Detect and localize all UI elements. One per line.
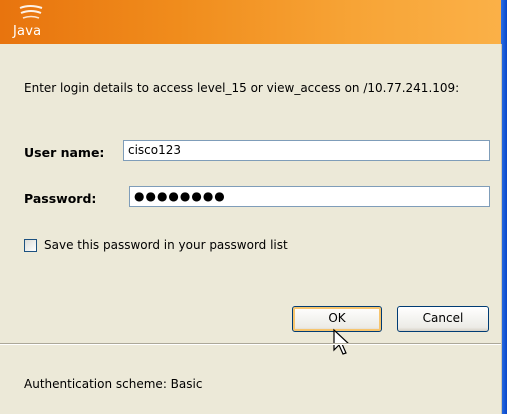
auth-scheme-status: Authentication scheme: Basic [24, 377, 203, 391]
password-field[interactable]: ●●●●●●●● [129, 186, 490, 207]
java-brand-text: Java [13, 24, 42, 39]
status-separator [0, 343, 501, 345]
password-label: Password: [24, 191, 97, 206]
mouse-pointer-icon [333, 328, 351, 355]
cancel-button[interactable]: Cancel [397, 306, 489, 332]
login-dialog-panel: Enter login details to access level_15 o… [0, 44, 502, 414]
username-field[interactable]: cisco123 [123, 140, 490, 161]
login-prompt-text: Enter login details to access level_15 o… [24, 81, 460, 95]
save-password-label[interactable]: Save this password in your password list [44, 238, 288, 252]
username-label: User name: [24, 145, 105, 160]
java-banner: Java [0, 0, 507, 44]
save-password-checkbox[interactable] [24, 239, 37, 252]
